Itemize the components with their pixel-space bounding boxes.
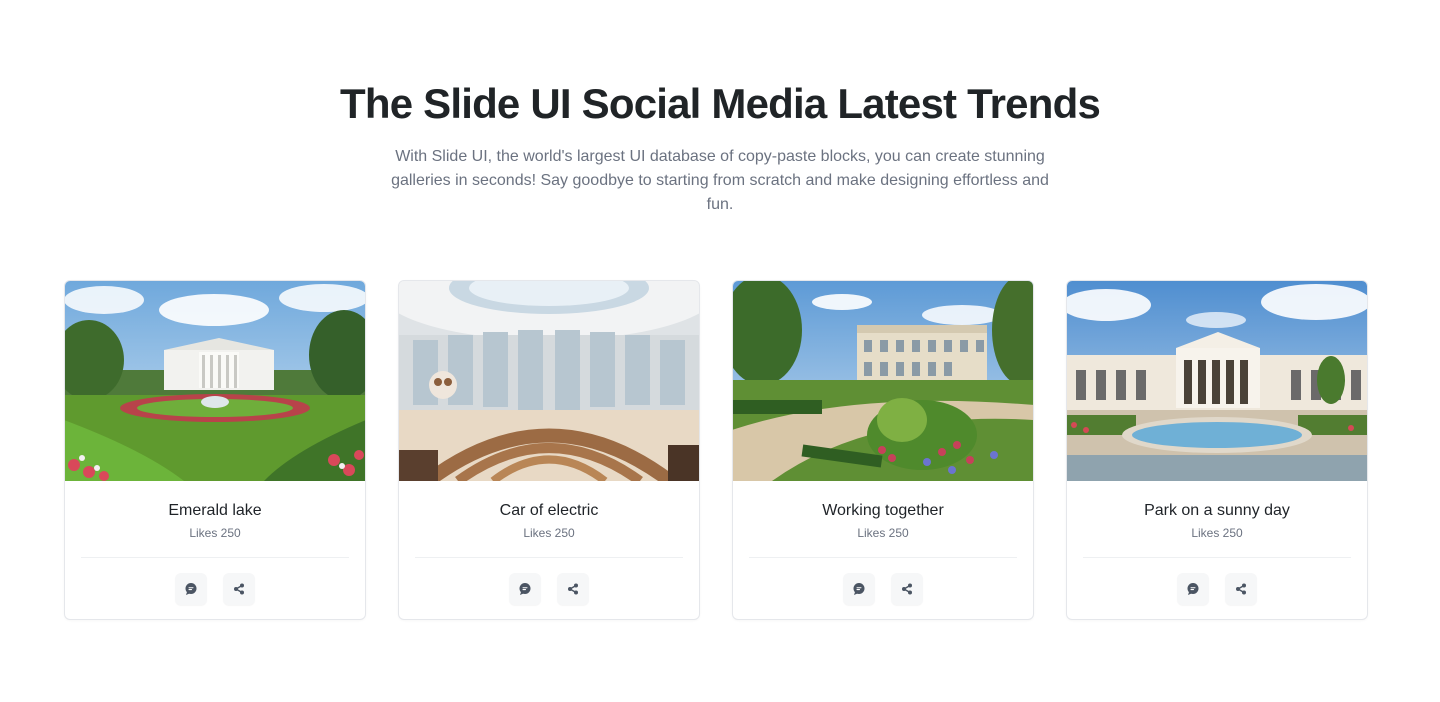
comment-button[interactable]	[509, 573, 541, 605]
share-icon	[900, 582, 914, 596]
card-actions	[65, 573, 365, 605]
card-likes: Likes 250	[523, 526, 575, 540]
gallery-card[interactable]: Car of electric Likes 250	[398, 280, 700, 620]
card-actions	[399, 573, 699, 605]
gallery-card[interactable]: Emerald lake Likes 250	[64, 280, 366, 620]
chat-bubble-icon	[852, 582, 866, 596]
share-button[interactable]	[1225, 573, 1257, 605]
card-divider	[81, 557, 349, 558]
card-actions	[1067, 573, 1367, 605]
gallery-section: The Slide UI Social Media Latest Trends …	[0, 0, 1440, 702]
share-button[interactable]	[891, 573, 923, 605]
card-likes: Likes 250	[857, 526, 909, 540]
card-actions	[733, 573, 1033, 605]
section-title: The Slide UI Social Media Latest Trends	[339, 80, 1101, 127]
share-button[interactable]	[223, 573, 255, 605]
comment-button[interactable]	[1177, 573, 1209, 605]
card-title: Working together	[822, 502, 944, 519]
gallery-card[interactable]: Park on a sunny day Likes 250	[1066, 280, 1368, 620]
card-grid: Emerald lake Likes 250 Car of electric L…	[64, 280, 1368, 620]
share-button[interactable]	[557, 573, 589, 605]
gallery-card[interactable]: Working together Likes 250	[732, 280, 1034, 620]
card-title: Car of electric	[499, 502, 599, 519]
card-image-white-house-garden[interactable]	[65, 281, 365, 481]
chat-bubble-icon	[518, 582, 532, 596]
section-description: With Slide UI, the world's largest UI da…	[391, 148, 1049, 213]
card-divider	[415, 557, 683, 558]
chat-bubble-icon	[184, 582, 198, 596]
card-likes: Likes 250	[1191, 526, 1243, 540]
card-likes: Likes 250	[189, 526, 241, 540]
card-title: Emerald lake	[168, 502, 262, 519]
share-icon	[566, 582, 580, 596]
card-title: Park on a sunny day	[1144, 502, 1290, 519]
card-divider	[749, 557, 1017, 558]
share-icon	[232, 582, 246, 596]
card-image-mansion-garden[interactable]	[733, 281, 1033, 481]
chat-bubble-icon	[1186, 582, 1200, 596]
card-image-palace-pool[interactable]	[1067, 281, 1367, 481]
share-icon	[1234, 582, 1248, 596]
comment-button[interactable]	[843, 573, 875, 605]
card-image-round-hall-interior[interactable]	[399, 281, 699, 481]
comment-button[interactable]	[175, 573, 207, 605]
card-divider	[1083, 557, 1351, 558]
